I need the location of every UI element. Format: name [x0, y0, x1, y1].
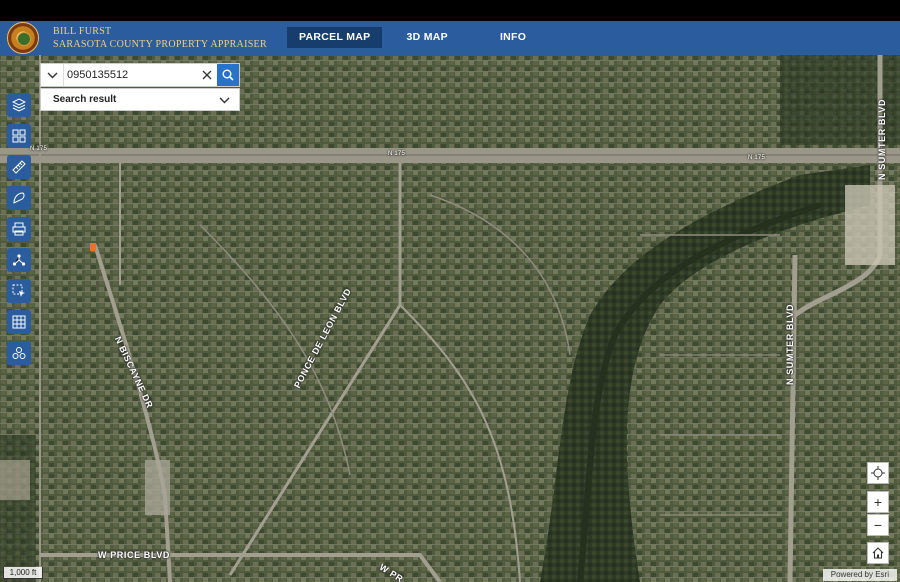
tab-3d-map[interactable]: 3D MAP [394, 27, 459, 48]
search-result-dropdown[interactable]: Search result [40, 88, 240, 111]
road-label-n175-right: N 175 [748, 155, 766, 161]
measure-button[interactable] [7, 155, 31, 179]
brand-office: SARASOTA COUNTY PROPERTY APPRAISER [53, 39, 267, 50]
brand-name: BILL FURST [53, 26, 112, 37]
road-label-n175-mid: N 175 [388, 151, 406, 157]
county-seal-logo[interactable] [7, 22, 39, 54]
basemap-grid-icon [12, 129, 26, 143]
parcel-map-view[interactable]: N 175 N 175 N 175 N SUMTER BLVD N SUMTER… [0, 55, 900, 582]
aerial-imagery [0, 55, 900, 582]
esri-attribution[interactable]: Powered by Esri [822, 569, 897, 581]
zoom-in-button[interactable]: + [867, 491, 889, 513]
layers-icon [12, 98, 26, 112]
search-icon [222, 69, 234, 81]
draw-icon [13, 192, 25, 204]
share-icon [12, 254, 26, 266]
search-result-label: Search result [53, 94, 117, 105]
analysis-button[interactable] [7, 341, 31, 365]
basemap-button[interactable] [7, 124, 31, 148]
print-icon [12, 222, 26, 236]
search-button[interactable] [217, 64, 239, 86]
draw-button[interactable] [7, 186, 31, 210]
select-icon [12, 284, 25, 297]
app-header: BILL FURST SARASOTA COUNTY PROPERTY APPR… [0, 21, 900, 55]
road-label-w-price: W PRICE BLVD [98, 550, 171, 560]
close-icon [202, 70, 212, 80]
search-input[interactable]: 0950135512 [63, 64, 197, 86]
search-bar: 0950135512 [40, 63, 240, 87]
map-toolbar [7, 93, 31, 372]
tab-info[interactable]: INFO [488, 27, 538, 48]
main-nav: PARCEL MAP 3D MAP INFO [287, 27, 538, 48]
layers-button[interactable] [7, 93, 31, 117]
locate-button[interactable] [867, 462, 889, 484]
select-button[interactable] [7, 279, 31, 303]
home-icon [872, 547, 884, 559]
print-button[interactable] [7, 217, 31, 241]
brand-title: BILL FURST SARASOTA COUNTY PROPERTY APPR… [53, 25, 267, 51]
crosshair-icon [871, 466, 885, 480]
home-button[interactable] [867, 542, 889, 564]
road-label-n175-left: N 175 [30, 146, 48, 152]
chevron-down-icon [47, 72, 57, 78]
road-label-n-sumter-mid: N SUMTER BLVD [785, 303, 795, 385]
selected-parcel-marker[interactable] [90, 243, 96, 251]
measure-ruler-icon [12, 160, 26, 174]
zoom-out-button[interactable]: − [867, 514, 889, 536]
table-button[interactable] [7, 310, 31, 334]
scale-bar: 1,000 ft [3, 567, 43, 579]
window-top-bar [0, 0, 900, 21]
analysis-icon [12, 347, 26, 359]
table-icon [12, 315, 26, 329]
share-button[interactable] [7, 248, 31, 272]
chevron-down-icon [219, 97, 230, 103]
clear-search-button[interactable] [197, 64, 217, 86]
tab-parcel-map[interactable]: PARCEL MAP [287, 27, 383, 48]
search-source-dropdown[interactable] [41, 64, 63, 86]
road-label-n-sumter-top: N SUMTER BLVD [877, 98, 887, 180]
